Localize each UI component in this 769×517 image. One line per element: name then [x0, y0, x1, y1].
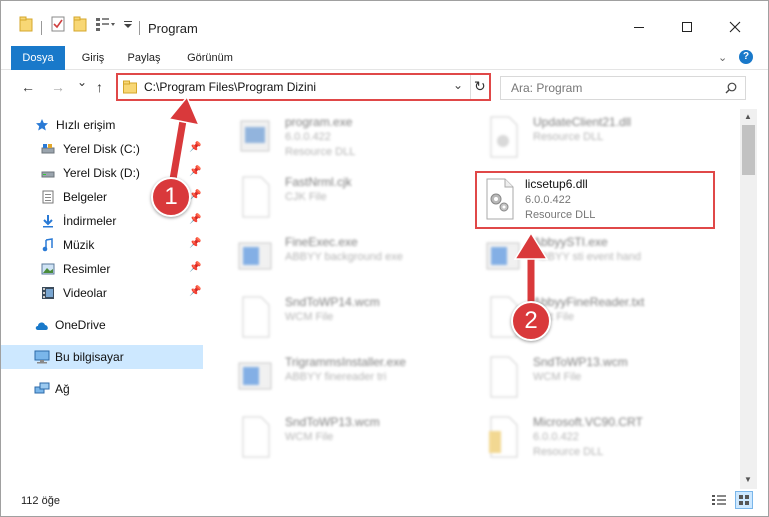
step-badge-2: 2: [511, 301, 551, 341]
explorer-window: Program Dosya Giriş Paylaş Görünüm ⌄ ? ←…: [0, 0, 769, 517]
step-badge-1: 1: [151, 177, 191, 217]
status-bar: 112 öğe: [1, 489, 768, 516]
tiles-view-icon[interactable]: [735, 491, 753, 509]
details-view-icon[interactable]: [711, 493, 727, 507]
annotation-overlay: [167, 95, 549, 310]
item-count: 112 öğe: [21, 495, 60, 507]
